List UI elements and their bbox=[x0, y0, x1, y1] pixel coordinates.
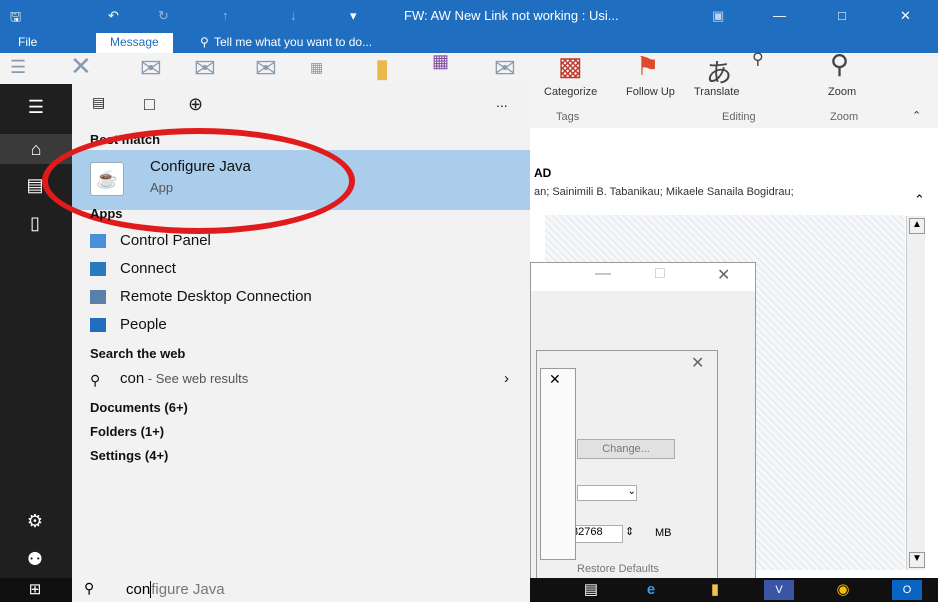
app-people[interactable]: People bbox=[90, 316, 167, 333]
maximize-icon[interactable]: □ bbox=[838, 8, 846, 23]
categorize-icon[interactable]: ▩ bbox=[558, 51, 583, 82]
more-filters[interactable]: ... bbox=[496, 94, 508, 110]
forward-icon[interactable]: ✉ bbox=[255, 53, 277, 84]
onenote-icon[interactable]: ▦ bbox=[432, 51, 449, 72]
tell-me-box[interactable]: Tell me what you want to do... bbox=[214, 35, 372, 49]
undo-icon[interactable]: ↶ bbox=[108, 8, 119, 24]
change-button[interactable]: Change... bbox=[577, 439, 675, 459]
more-respond-icon[interactable]: ▦ bbox=[310, 59, 323, 76]
small-dialog: ✕ bbox=[540, 368, 576, 560]
zoom-button[interactable]: Zoom bbox=[828, 86, 856, 98]
ribbon-options-icon[interactable]: ▣ bbox=[712, 8, 724, 24]
ignore-icon[interactable]: ☰ bbox=[10, 57, 26, 78]
file-explorer-icon[interactable]: ▮ bbox=[700, 580, 730, 600]
small-dialog-close-icon[interactable]: ✕ bbox=[549, 371, 561, 388]
cache-size-input[interactable]: 32768 bbox=[571, 525, 623, 543]
ribbon-tabs: File Message ⚲ Tell me what you want to … bbox=[0, 31, 938, 55]
redo-icon[interactable]: ↻ bbox=[158, 8, 169, 24]
search-input[interactable]: ⚲ configure Java bbox=[72, 578, 530, 602]
documents-header[interactable]: Documents (6+) bbox=[90, 400, 188, 415]
cache-dropdown-icon[interactable]: ⌄ bbox=[577, 485, 637, 501]
title-bar: 🖫 ↶ ↻ ↑ ↓ ▾ FW: AW New Link not working … bbox=[0, 0, 938, 31]
chevron-right-icon[interactable]: › bbox=[504, 370, 509, 387]
up-icon[interactable]: ↑ bbox=[222, 8, 229, 23]
scrollbar[interactable]: ▲ ▼ bbox=[906, 216, 925, 570]
user-icon[interactable]: ⚉ bbox=[20, 544, 50, 574]
web-result[interactable]: ⚲ con - See web results › bbox=[90, 370, 520, 389]
remote-desktop-icon bbox=[90, 290, 106, 305]
taskbar-search-icon: ⚲ bbox=[84, 580, 95, 596]
close-icon[interactable]: ✕ bbox=[900, 8, 911, 24]
filter-bar: ▤ □ ⊕ ... bbox=[72, 84, 530, 128]
reply-icon[interactable]: ✉ bbox=[140, 53, 162, 84]
search-results-panel: ▤ □ ⊕ ... Best match ☕ Configure Java Ap… bbox=[42, 84, 530, 578]
taskbar: ⊞ ⚲ configure Java ▤ e ▮ V ◉ O bbox=[0, 578, 938, 602]
recipients-fragment: an; Sainimili B. Tabanikau; Mikaele Sana… bbox=[534, 186, 794, 198]
tab-message[interactable]: Message bbox=[96, 33, 173, 55]
translate-icon[interactable]: あ bbox=[706, 53, 732, 90]
app-control-panel[interactable]: Control Panel bbox=[90, 232, 211, 249]
settings-header[interactable]: Settings (4+) bbox=[90, 448, 168, 463]
reply-all-icon[interactable]: ✉ bbox=[194, 53, 216, 84]
group-editing: Editing bbox=[722, 111, 756, 123]
search-completion: figure Java bbox=[151, 581, 225, 598]
start-icon[interactable]: ⊞ bbox=[20, 580, 50, 600]
window-title: FW: AW New Link not working : Usi... bbox=[404, 8, 619, 23]
outlook-icon[interactable]: O bbox=[892, 580, 922, 600]
annotation-circle bbox=[42, 128, 355, 234]
cache-size-spinner[interactable]: ⇕ bbox=[625, 525, 634, 538]
down-icon[interactable]: ↓ bbox=[290, 8, 297, 23]
flag-icon[interactable]: ⚑ bbox=[636, 51, 659, 82]
customize-icon[interactable]: ▾ bbox=[350, 8, 357, 24]
group-tags: Tags bbox=[556, 111, 580, 123]
task-view-icon[interactable]: ▤ bbox=[576, 580, 606, 600]
expand-header-icon[interactable]: ⌃ bbox=[914, 192, 925, 208]
translate-button[interactable]: Translate bbox=[694, 86, 739, 98]
control-panel-icon bbox=[90, 234, 106, 249]
dialog-maximize-icon[interactable]: □ bbox=[655, 265, 665, 283]
lightbulb-icon: ⚲ bbox=[200, 35, 209, 49]
tab-file[interactable]: File bbox=[18, 35, 37, 49]
delete-icon[interactable]: ✕ bbox=[70, 51, 92, 82]
move-icon[interactable]: ▮ bbox=[375, 53, 389, 84]
building-icon[interactable]: ▯ bbox=[20, 208, 50, 238]
app-connect[interactable]: Connect bbox=[90, 260, 176, 277]
search-typed: con bbox=[126, 581, 151, 598]
scroll-up-icon[interactable]: ▲ bbox=[909, 218, 925, 234]
app-remote-desktop[interactable]: Remote Desktop Connection bbox=[90, 288, 312, 305]
edge-icon[interactable]: e bbox=[636, 580, 666, 600]
dialog-titlebar: — □ ✕ bbox=[531, 263, 755, 291]
connect-icon bbox=[90, 262, 106, 277]
web-filter-icon[interactable]: ⊕ bbox=[188, 94, 203, 115]
minimize-icon[interactable]: — bbox=[773, 8, 786, 23]
hamburger-icon[interactable]: ☰ bbox=[0, 92, 72, 122]
collapse-ribbon-icon[interactable]: ⌃ bbox=[912, 109, 921, 122]
categorize-button[interactable]: Categorize bbox=[544, 86, 597, 98]
folders-header[interactable]: Folders (1+) bbox=[90, 424, 164, 439]
zoom-icon[interactable]: ⚲ bbox=[830, 49, 849, 80]
apps-filter-icon[interactable]: ▤ bbox=[92, 94, 105, 111]
dialog-close-icon[interactable]: ✕ bbox=[717, 265, 730, 285]
subject-fragment: AD bbox=[534, 166, 552, 180]
cache-unit: MB bbox=[655, 527, 672, 539]
visio-icon[interactable]: V bbox=[764, 580, 794, 600]
group-zoom: Zoom bbox=[830, 111, 859, 123]
dialog-minimize-icon[interactable]: — bbox=[595, 265, 611, 283]
find-icon[interactable]: ⚲ bbox=[752, 49, 764, 69]
restore-defaults-button[interactable]: Restore Defaults bbox=[577, 563, 659, 575]
apps-header: Apps bbox=[90, 206, 123, 221]
assign-policy-icon[interactable]: ✉ bbox=[494, 53, 516, 84]
follow-up-button[interactable]: Follow Up bbox=[626, 86, 675, 98]
save-icon[interactable]: 🖫 bbox=[10, 8, 21, 30]
search-icon: ⚲ bbox=[90, 372, 101, 389]
settings-close-icon[interactable]: ✕ bbox=[691, 353, 704, 373]
search-web-header: Search the web bbox=[90, 346, 186, 361]
scroll-down-icon[interactable]: ▼ bbox=[909, 552, 925, 568]
documents-filter-icon[interactable]: □ bbox=[144, 94, 155, 115]
chrome-icon[interactable]: ◉ bbox=[828, 580, 858, 600]
gear-icon[interactable]: ⚙ bbox=[20, 506, 50, 536]
people-icon bbox=[90, 318, 106, 333]
